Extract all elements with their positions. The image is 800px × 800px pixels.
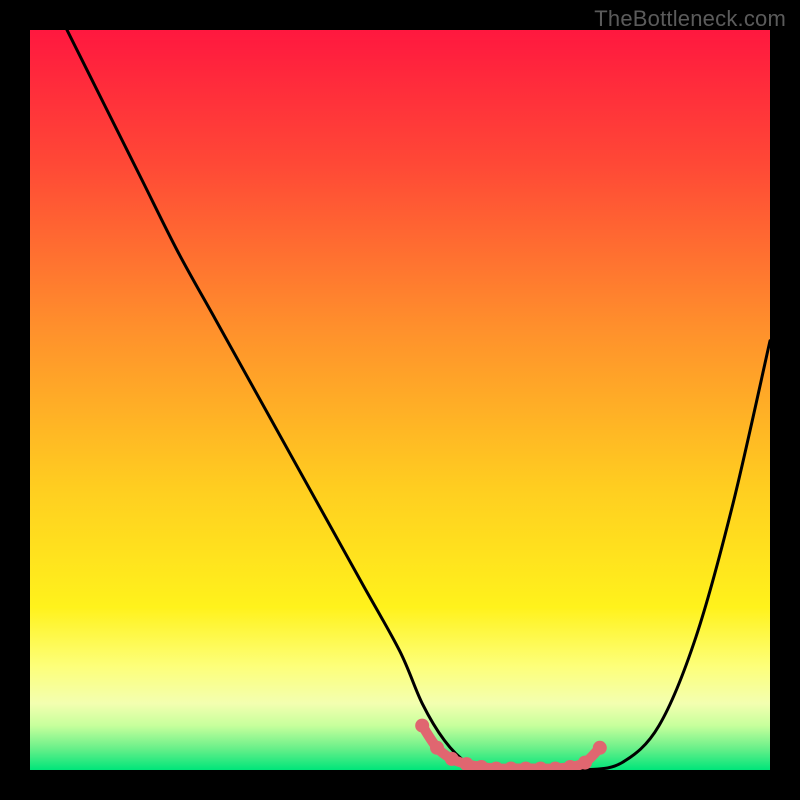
bottleneck-curve bbox=[30, 30, 770, 770]
chart-frame: TheBottleneck.com bbox=[0, 0, 800, 800]
watermark-text: TheBottleneck.com bbox=[594, 6, 786, 32]
valley-marker-dot bbox=[578, 756, 592, 770]
valley-marker-dot bbox=[548, 762, 562, 770]
curve-line bbox=[67, 30, 770, 770]
valley-marker-dot bbox=[489, 762, 503, 770]
valley-marker-dot bbox=[415, 719, 429, 733]
valley-marker-dot bbox=[593, 741, 607, 755]
valley-marker-dot bbox=[519, 762, 533, 770]
valley-marker-dot bbox=[445, 752, 459, 766]
plot-area bbox=[30, 30, 770, 770]
valley-marker-dot bbox=[430, 741, 444, 755]
valley-marker-dot bbox=[534, 762, 548, 770]
valley-marker-dot bbox=[504, 762, 518, 770]
